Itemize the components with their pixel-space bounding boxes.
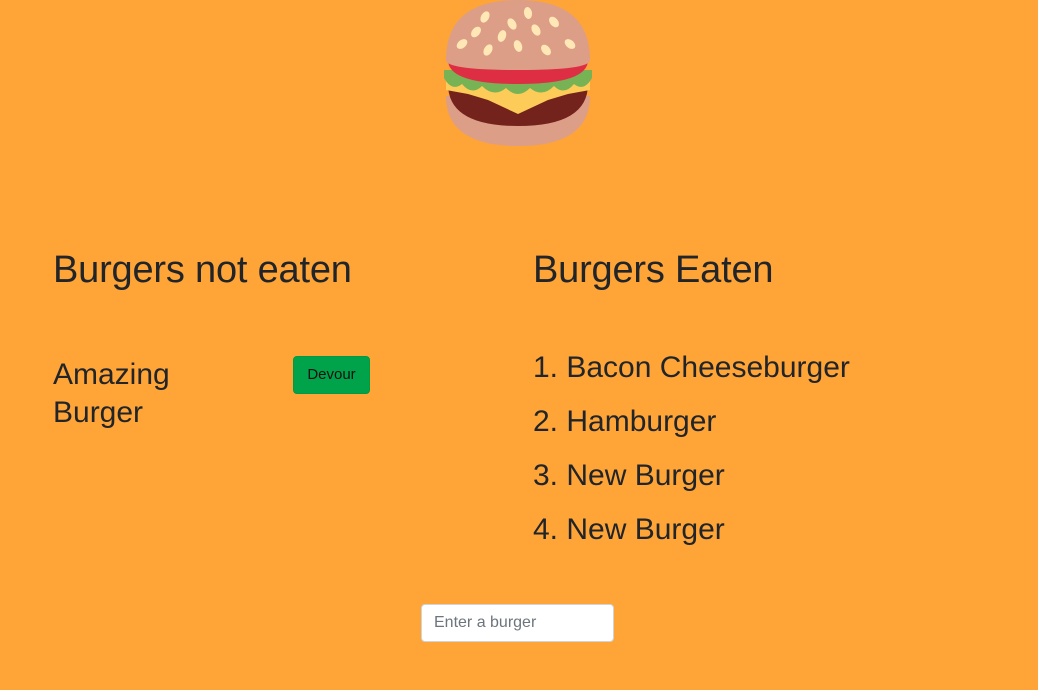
devour-button[interactable]: Devour <box>293 356 370 394</box>
eaten-section: Burgers Eaten 1. Bacon Cheeseburger 2. H… <box>533 248 1003 546</box>
list-item: 4. New Burger <box>533 513 725 546</box>
list-item: 2. Hamburger <box>533 405 717 438</box>
burger-name: Amazing Burger <box>53 358 170 429</box>
not-eaten-title: Burgers not eaten <box>53 249 352 291</box>
eaten-list: 1. Bacon Cheeseburger 2. Hamburger 3. Ne… <box>533 348 1003 564</box>
hamburger-icon <box>444 0 592 146</box>
list-item: 1. Bacon Cheeseburger <box>533 351 850 384</box>
eaten-title: Burgers Eaten <box>533 249 774 291</box>
not-eaten-section: Burgers not eaten Amazing Burger Devour <box>53 248 473 429</box>
list-item: 3. New Burger <box>533 459 725 492</box>
burger-input[interactable] <box>421 604 614 642</box>
